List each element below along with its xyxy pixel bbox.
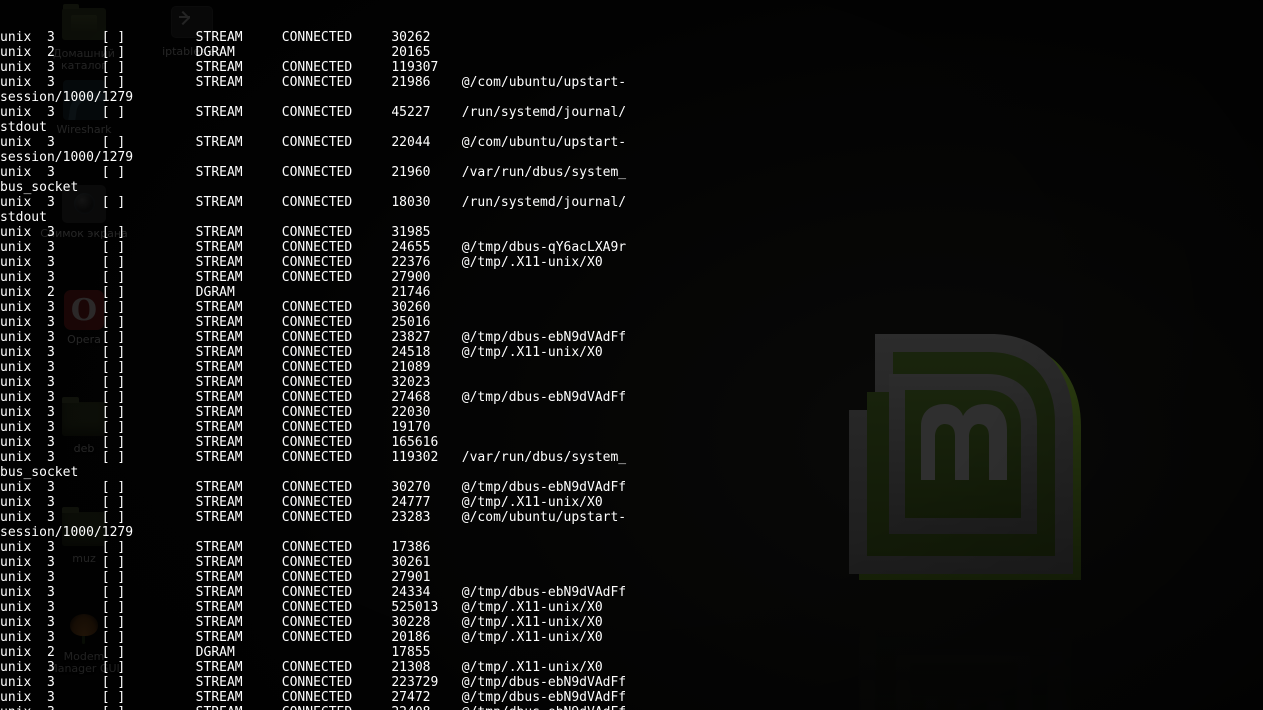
terminal-line: unix 3 [ ] STREAM CONNECTED 119302 /var/… [0,450,627,465]
terminal-line: unix 3 [ ] STREAM CONNECTED 21960 /var/r… [0,165,627,180]
terminal-line: unix 3 [ ] STREAM CONNECTED 45227 /run/s… [0,105,627,120]
terminal-line: session/1000/1279 [0,150,134,165]
terminal-line: unix 3 [ ] STREAM CONNECTED 165616 [0,435,439,450]
terminal-line: unix 3 [ ] STREAM CONNECTED 31985 [0,225,431,240]
terminal-line: unix 2 [ ] DGRAM 21746 [0,285,431,300]
terminal-output: unix 3 [ ] STREAM CONNECTED 30262 unix 2 … [0,30,1263,710]
terminal-line: unix 2 [ ] DGRAM 20165 [0,45,431,60]
terminal-line: unix 3 [ ] STREAM CONNECTED 21089 [0,360,431,375]
terminal-line: unix 3 [ ] STREAM CONNECTED 25016 [0,315,431,330]
terminal-line: unix 3 [ ] STREAM CONNECTED 17386 [0,540,431,555]
terminal-line: unix 3 [ ] STREAM CONNECTED 27900 [0,270,431,285]
terminal-line: unix 3 [ ] STREAM CONNECTED 32023 [0,375,431,390]
terminal-line: session/1000/1279 [0,90,134,105]
terminal-line: unix 3 [ ] STREAM CONNECTED 27472 @/tmp/… [0,690,627,705]
terminal-line: unix 2 [ ] DGRAM 17855 [0,645,431,660]
terminal-line: stdout [0,210,47,225]
terminal-line: unix 3 [ ] STREAM CONNECTED 27468 @/tmp/… [0,390,627,405]
terminal-line: session/1000/1279 [0,525,134,540]
terminal-line: unix 3 [ ] STREAM CONNECTED 24518 @/tmp/… [0,345,603,360]
terminal-line: unix 3 [ ] STREAM CONNECTED 525013 @/tmp… [0,600,603,615]
terminal-line: unix 3 [ ] STREAM CONNECTED 30270 @/tmp/… [0,480,627,495]
terminal-line: unix 3 [ ] STREAM CONNECTED 21308 @/tmp/… [0,660,603,675]
terminal-line: bus_socket [0,180,79,195]
terminal-window[interactable]: unix 3 [ ] STREAM CONNECTED 30262 unix 2 … [0,0,1263,710]
terminal-line: unix 3 [ ] STREAM CONNECTED 27901 [0,570,431,585]
terminal-line: unix 3 [ ] STREAM CONNECTED 18030 /run/s… [0,195,627,210]
terminal-line: bus_socket [0,465,79,480]
terminal-line: unix 3 [ ] STREAM CONNECTED 24777 @/tmp/… [0,495,603,510]
terminal-line: unix 3 [ ] STREAM CONNECTED 119307 [0,60,439,75]
terminal-line: unix 3 [ ] STREAM CONNECTED 24334 @/tmp/… [0,585,627,600]
terminal-line: unix 3 [ ] STREAM CONNECTED 22376 @/tmp/… [0,255,603,270]
terminal-line: unix 3 [ ] STREAM CONNECTED 30261 [0,555,431,570]
terminal-line: unix 3 [ ] STREAM CONNECTED 23827 @/tmp/… [0,330,627,345]
terminal-line: unix 3 [ ] STREAM CONNECTED 22408 @/tmp/… [0,705,1263,710]
terminal-line: unix 3 [ ] STREAM CONNECTED 19170 [0,420,431,435]
terminal-line: unix 3 [ ] STREAM CONNECTED 21986 @/com/… [0,75,627,90]
terminal-line: unix 3 [ ] STREAM CONNECTED 22044 @/com/… [0,135,627,150]
terminal-line: unix 3 [ ] STREAM CONNECTED 30262 [0,30,431,45]
terminal-line: unix 3 [ ] STREAM CONNECTED 20186 @/tmp/… [0,630,603,645]
terminal-line: unix 3 [ ] STREAM CONNECTED 23283 @/com/… [0,510,627,525]
terminal-line: unix 3 [ ] STREAM CONNECTED 30228 @/tmp/… [0,615,603,630]
terminal-line: unix 3 [ ] STREAM CONNECTED 22030 [0,405,431,420]
terminal-line: unix 3 [ ] STREAM CONNECTED 223729 @/tmp… [0,675,627,690]
terminal-line: unix 3 [ ] STREAM CONNECTED 24655 @/tmp/… [0,240,627,255]
terminal-line: unix 3 [ ] STREAM CONNECTED 30260 [0,300,431,315]
terminal-line: stdout [0,120,47,135]
